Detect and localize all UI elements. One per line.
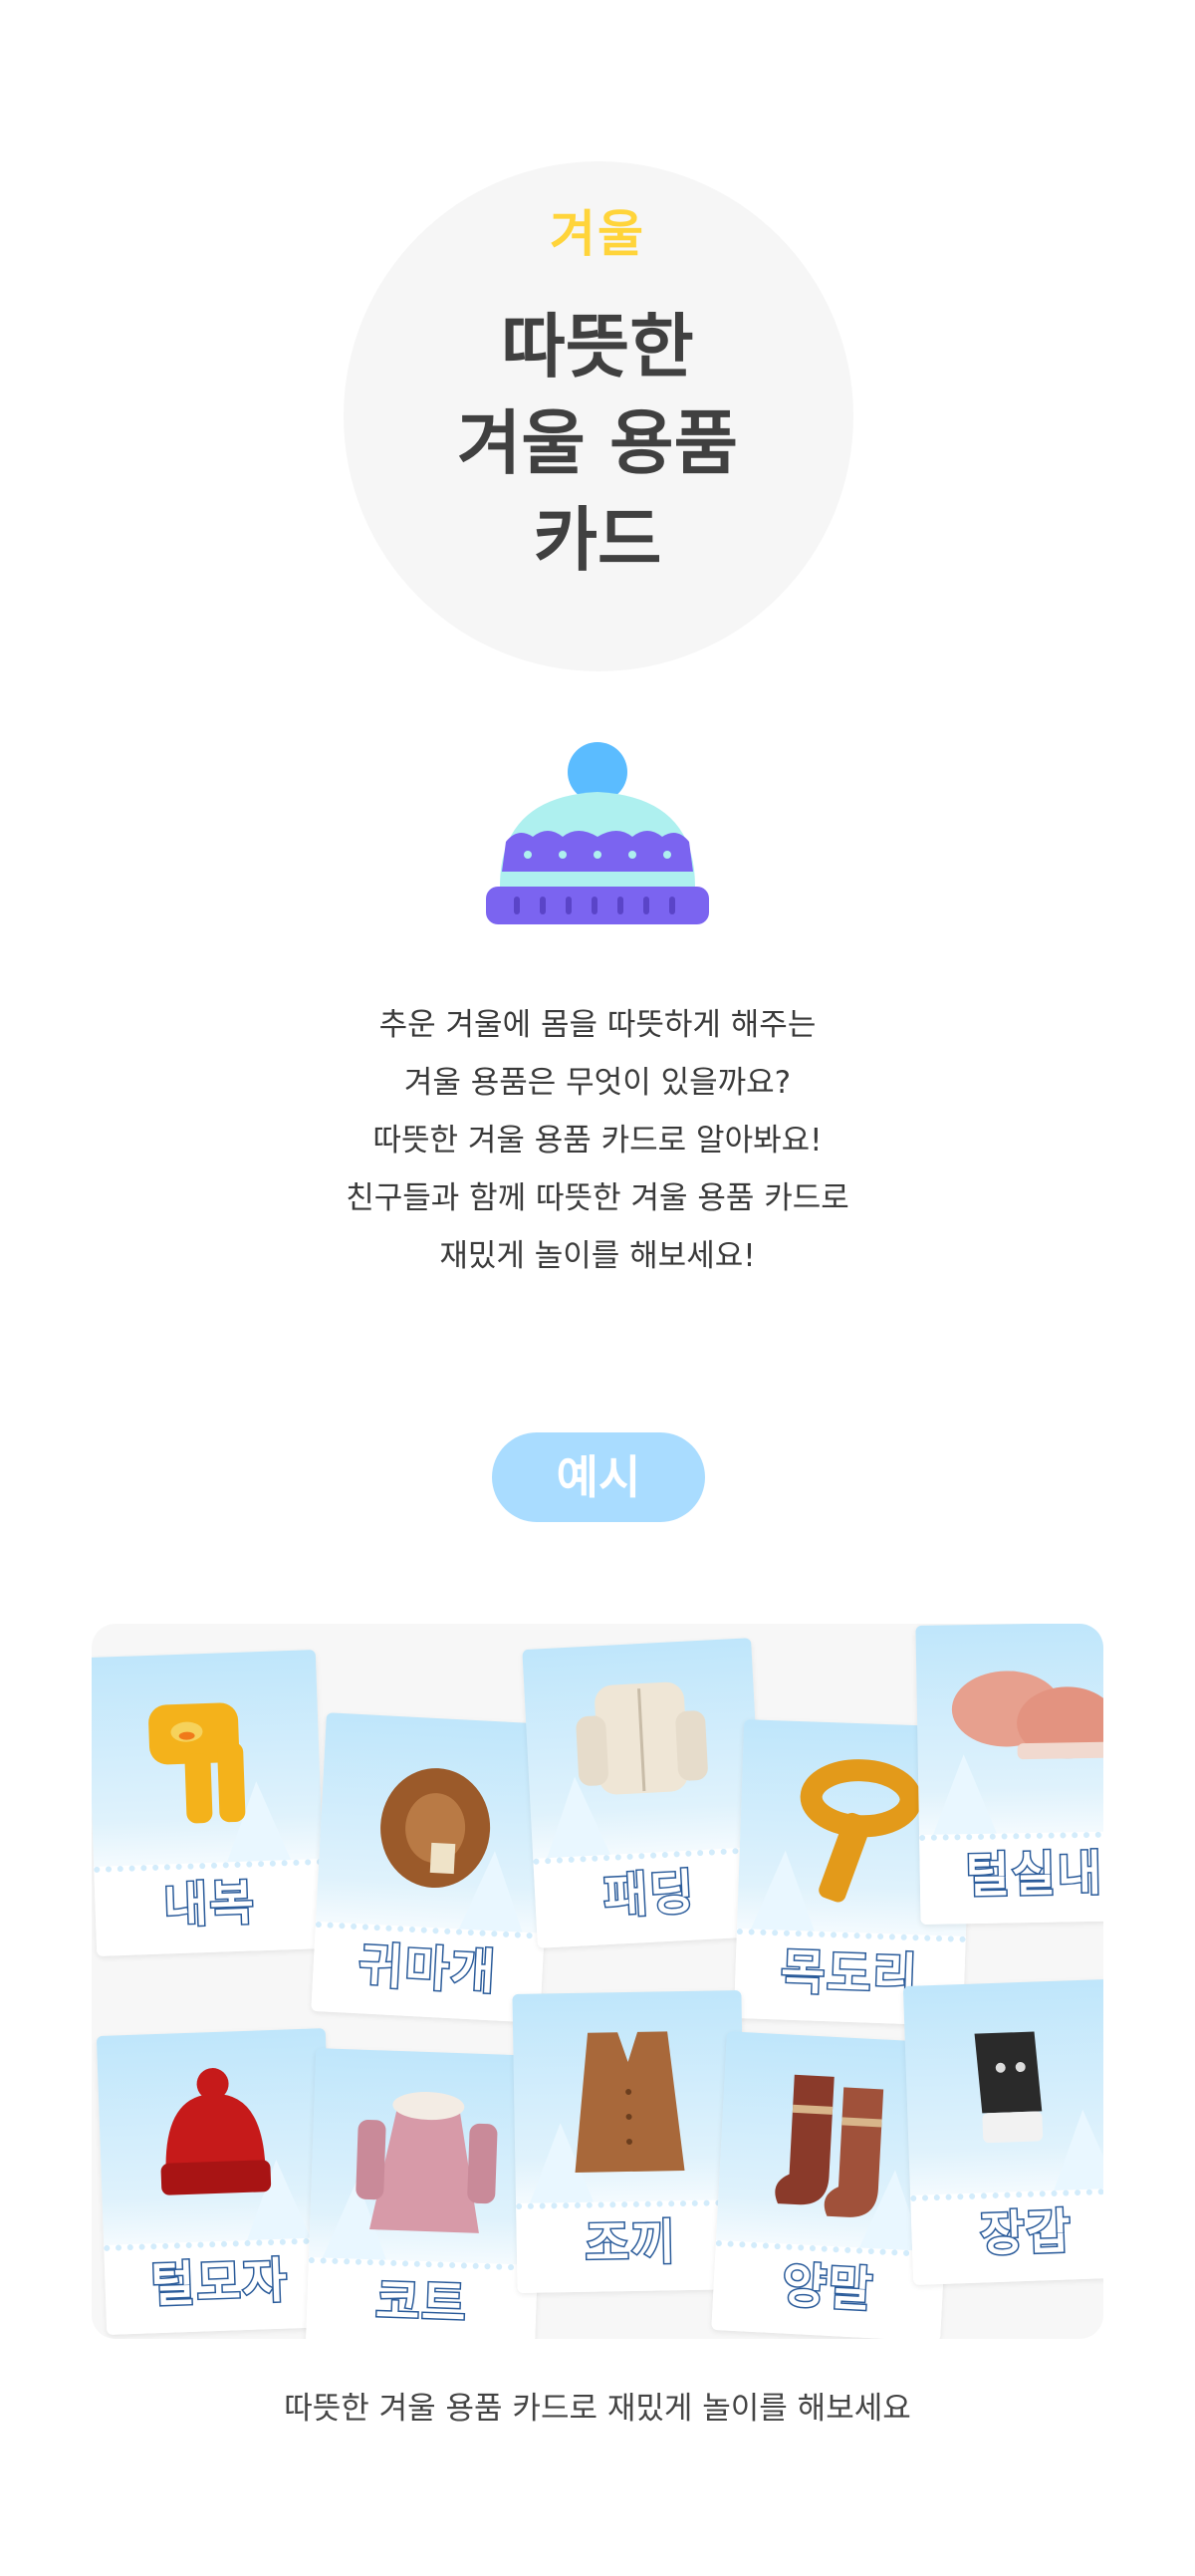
card-gloves: 장갑 <box>902 1978 1103 2285</box>
footer-caption: 따뜻한 겨울 용품 카드로 재밌게 놀이를 해보세요 <box>284 2391 911 2427</box>
intro-line: 추운 겨울에 몸을 따뜻하게 해주는 <box>378 1007 817 1043</box>
card-label: 코트 <box>373 2272 470 2334</box>
gloves-icon <box>974 2031 1044 2144</box>
card-label: 조끼 <box>584 2213 679 2274</box>
scarf-icon <box>800 1759 922 1903</box>
socks-icon <box>775 2074 884 2217</box>
card-knit-hat: 털모자 <box>96 2028 337 2335</box>
earmuffs-icon <box>380 1768 491 1889</box>
card-label: 털실내 <box>964 1844 1103 1905</box>
winter-hat-icon <box>486 742 709 924</box>
card-label: 털모자 <box>148 2251 291 2315</box>
card-padding: 패딩 <box>522 1638 767 1948</box>
vest-icon <box>575 2031 685 2173</box>
intro-line: 재밌게 놀이를 해보세요! <box>439 1238 756 1274</box>
card-coat: 코트 <box>305 2048 546 2339</box>
card-label: 내복 <box>161 1874 258 1935</box>
intro-text: 추운 겨울에 몸을 따뜻하게 해주는 겨울 용품은 무엇이 있을까요? 따뜻한 … <box>0 996 1195 1285</box>
page-title: 따뜻한 겨울 용품 카드 <box>0 299 1195 589</box>
card-label: 장갑 <box>978 2202 1075 2264</box>
intro-line: 따뜻한 겨울 용품 카드로 알아봐요! <box>372 1123 823 1159</box>
card-label: 양말 <box>780 2256 877 2320</box>
title-line: 카드 <box>533 499 662 581</box>
card-gallery: 내복 귀마개 패딩 목도리 털실내 털모자 코트 조끼 양말 장갑 <box>92 1624 1103 2339</box>
intro-line: 겨울 용품은 무엇이 있을까요? <box>403 1065 792 1101</box>
card-label: 귀마개 <box>357 1936 500 2002</box>
padded-jacket-icon <box>576 1681 708 1795</box>
example-badge: 예시 <box>492 1432 705 1522</box>
card-slippers: 털실내 <box>915 1624 1103 1925</box>
card-vest: 조끼 <box>512 1990 747 2293</box>
card-pajamas: 내복 <box>92 1650 327 1956</box>
card-label: 패딩 <box>600 1863 698 1927</box>
season-label: 겨울 <box>550 205 645 263</box>
coat-icon <box>356 2092 498 2233</box>
knit-hat-icon <box>160 2068 272 2195</box>
title-line: 따뜻한 <box>501 306 694 387</box>
intro-line: 친구들과 함께 따뜻한 겨울 용품 카드로 <box>346 1180 849 1216</box>
title-line: 겨울 용품 <box>457 402 738 484</box>
pajamas-icon <box>148 1702 246 1824</box>
slippers-icon <box>951 1671 1103 1760</box>
card-earmuffs: 귀마개 <box>311 1712 556 2023</box>
